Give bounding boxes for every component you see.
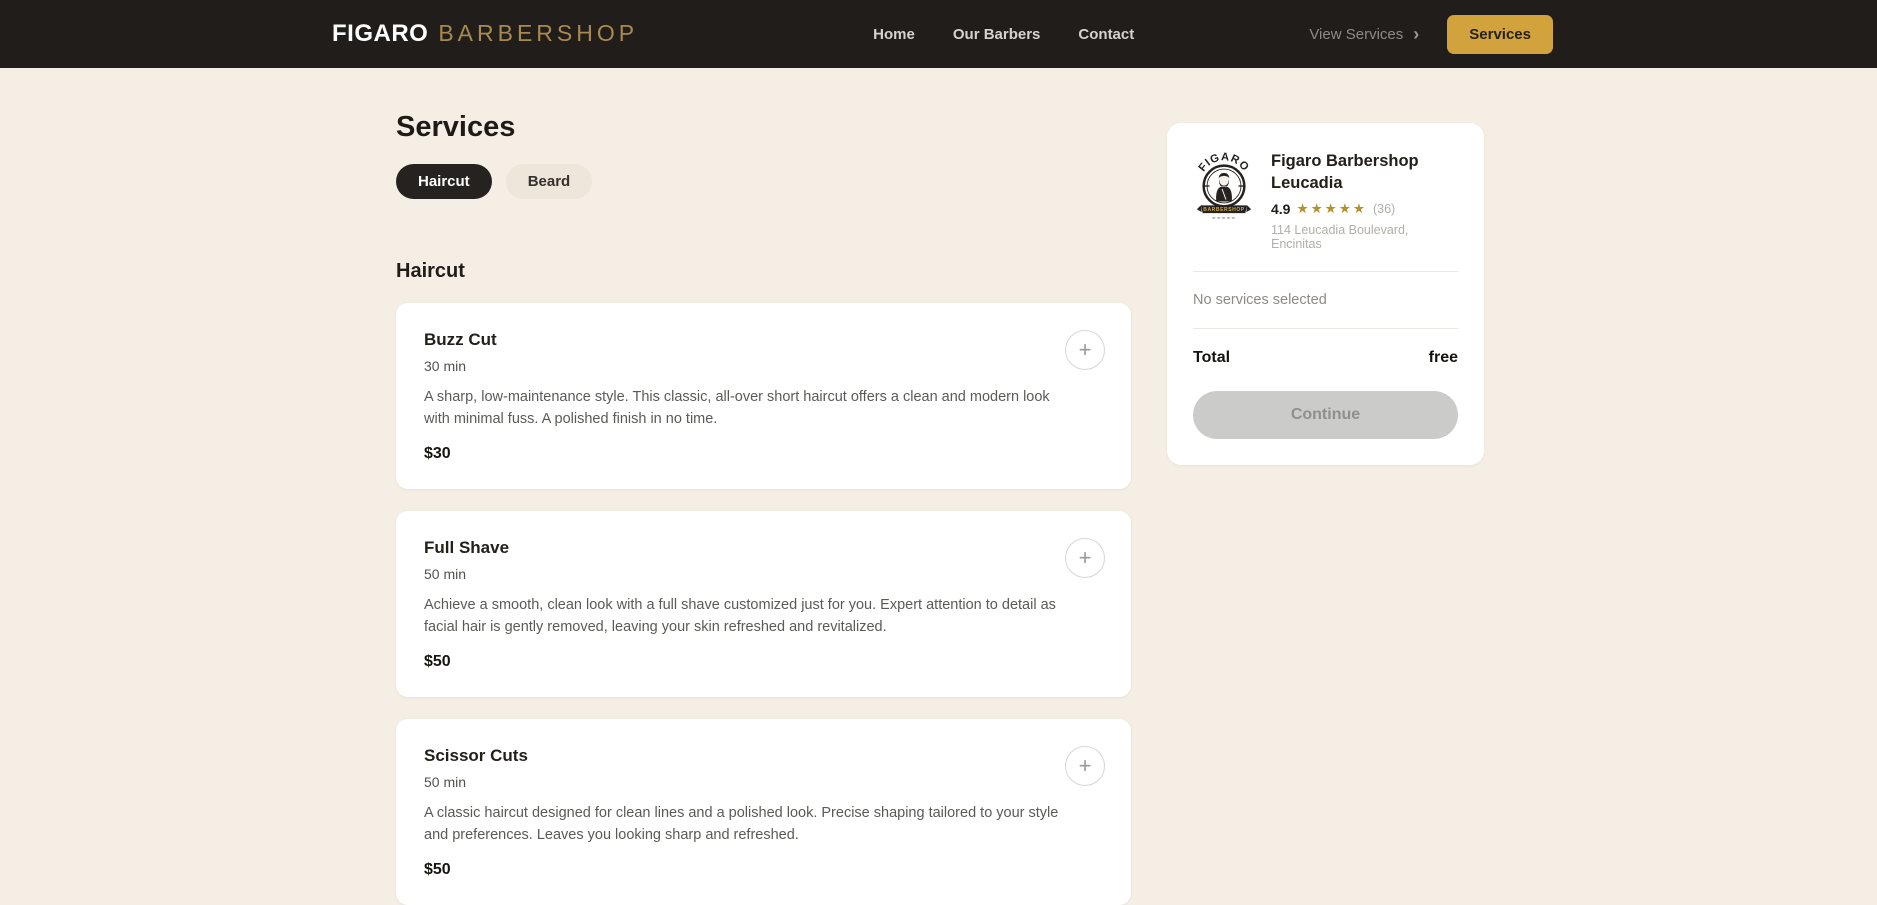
star-rating-icons: ★★★★★ [1296, 201, 1367, 217]
divider [1193, 271, 1458, 272]
rating-row: 4.9 ★★★★★ (36) [1271, 201, 1458, 217]
svg-text:BARBERSHOP: BARBERSHOP [1203, 207, 1245, 213]
tab-beard[interactable]: Beard [506, 164, 593, 199]
service-card-scissor-cuts: Scissor Cuts 50 min A classic haircut de… [396, 719, 1131, 905]
section-heading-haircut: Haircut [396, 260, 1131, 283]
service-price: $50 [424, 653, 1103, 671]
services-column: Services Haircut Beard Haircut Buzz Cut … [396, 68, 1131, 905]
chevron-right-icon: › [1413, 25, 1419, 43]
total-label: Total [1193, 349, 1230, 367]
total-row: Total free [1193, 349, 1458, 367]
business-info: Figaro Barbershop Leucadia 4.9 ★★★★★ (36… [1271, 149, 1458, 251]
page-title: Services [396, 111, 1131, 144]
brand-name-secondary: BARBERSHOP [438, 20, 638, 47]
service-name: Buzz Cut [424, 330, 1103, 350]
brand-name-primary: FIGARO [332, 20, 428, 48]
services-button[interactable]: Services [1447, 15, 1553, 54]
business-header: FIGARO BARBERSHOP [1193, 149, 1458, 251]
add-service-button[interactable]: + [1065, 538, 1105, 578]
service-description: A sharp, low-maintenance style. This cla… [424, 386, 1072, 431]
service-card-buzz-cut: Buzz Cut 30 min A sharp, low-maintenance… [396, 303, 1131, 489]
plus-icon: + [1079, 755, 1092, 777]
service-duration: 50 min [424, 566, 1103, 582]
review-count: (36) [1373, 202, 1395, 216]
brand-logo[interactable]: FIGARO BARBERSHOP [332, 20, 638, 48]
continue-button[interactable]: Continue [1193, 391, 1458, 439]
service-name: Scissor Cuts [424, 746, 1103, 766]
category-tabs: Haircut Beard [396, 164, 1131, 199]
add-service-button[interactable]: + [1065, 746, 1105, 786]
service-card-full-shave: Full Shave 50 min Achieve a smooth, clea… [396, 511, 1131, 697]
view-services-link[interactable]: View Services › [1309, 25, 1419, 43]
main-nav: Home Our Barbers Contact [873, 26, 1134, 43]
service-price: $50 [424, 861, 1103, 879]
tab-haircut[interactable]: Haircut [396, 164, 492, 199]
service-description: A classic haircut designed for clean lin… [424, 802, 1072, 847]
rating-score: 4.9 [1271, 201, 1290, 217]
booking-summary-sidebar: FIGARO BARBERSHOP [1167, 68, 1484, 905]
svg-text:FIGARO: FIGARO [1196, 151, 1251, 174]
content-area: Services Haircut Beard Haircut Buzz Cut … [396, 68, 1484, 905]
business-address: 114 Leucadia Boulevard, Encinitas [1271, 223, 1458, 251]
nav-link-our-barbers[interactable]: Our Barbers [953, 26, 1041, 43]
service-duration: 50 min [424, 774, 1103, 790]
no-services-message: No services selected [1193, 292, 1458, 308]
view-services-label: View Services [1309, 26, 1403, 43]
divider [1193, 328, 1458, 329]
booking-summary-card: FIGARO BARBERSHOP [1167, 123, 1484, 465]
service-description: Achieve a smooth, clean look with a full… [424, 594, 1072, 639]
header-actions: View Services › Services [1309, 15, 1553, 54]
service-name: Full Shave [424, 538, 1103, 558]
add-service-button[interactable]: + [1065, 330, 1105, 370]
nav-link-home[interactable]: Home [873, 26, 915, 43]
business-name: Figaro Barbershop Leucadia [1271, 151, 1458, 195]
plus-icon: + [1079, 547, 1092, 569]
barbershop-emblem-logo: FIGARO BARBERSHOP [1193, 149, 1255, 223]
service-price: $30 [424, 445, 1103, 463]
nav-link-contact[interactable]: Contact [1078, 26, 1134, 43]
top-navbar: FIGARO BARBERSHOP Home Our Barbers Conta… [0, 0, 1877, 68]
total-value: free [1429, 349, 1458, 367]
plus-icon: + [1079, 339, 1092, 361]
service-duration: 30 min [424, 358, 1103, 374]
